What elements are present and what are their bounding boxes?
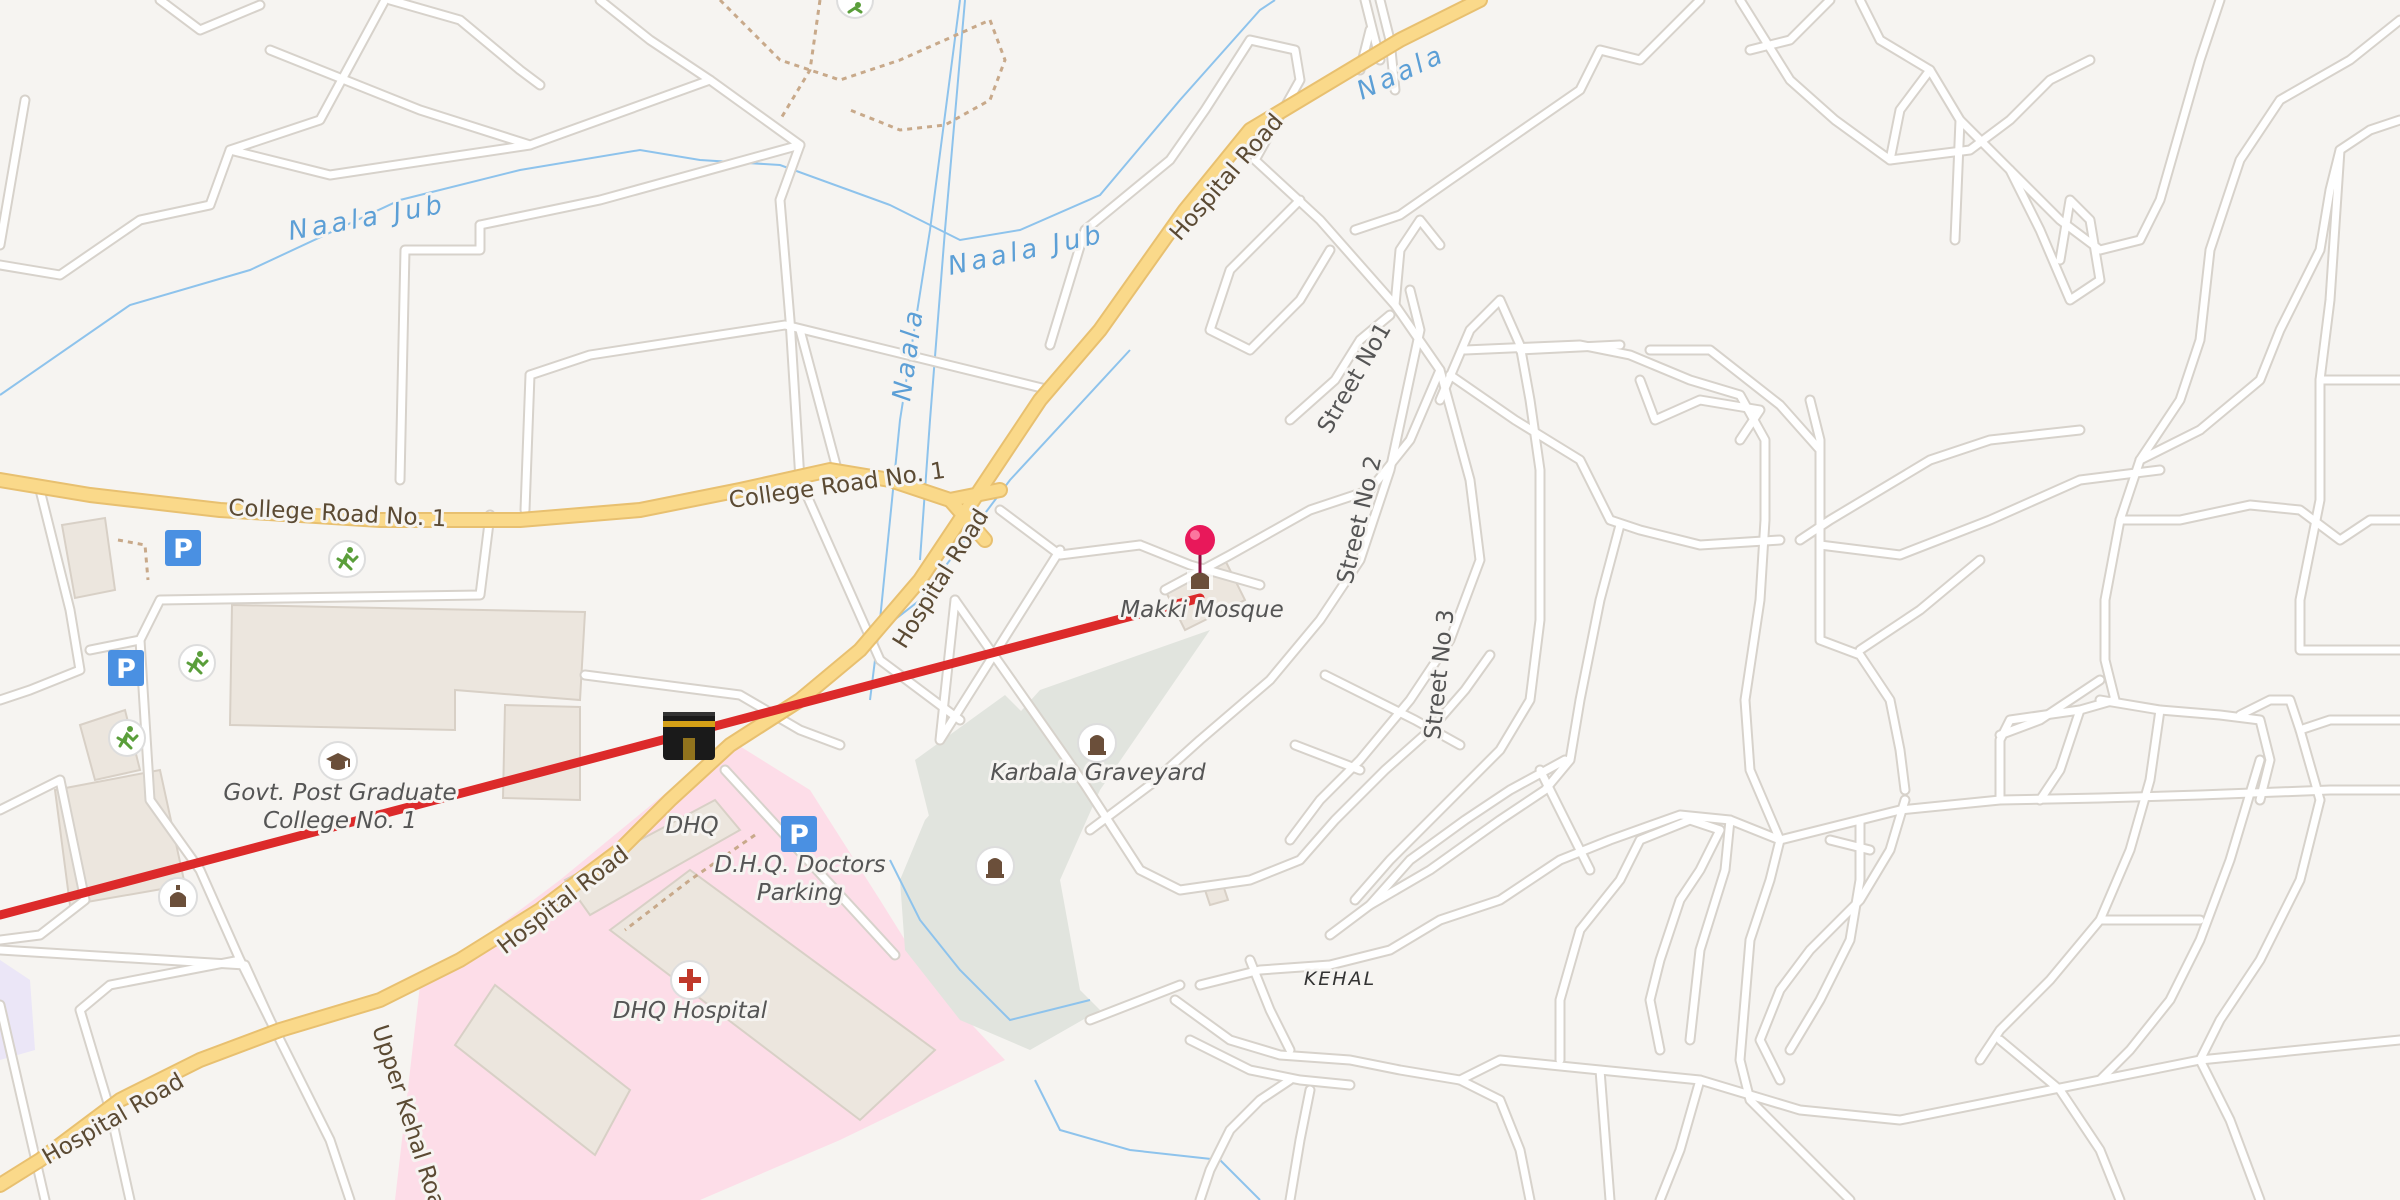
label-govt-college-line2: College No. 1	[263, 808, 417, 834]
label-govt-college-line1: Govt. Post Graduate	[223, 780, 456, 806]
parking-icon[interactable]: P	[165, 530, 201, 566]
running-person-icon[interactable]	[836, 0, 874, 19]
label-kehal: KEHAL	[1304, 968, 1376, 990]
grave-icon[interactable]	[975, 846, 1015, 886]
svg-text:P: P	[116, 654, 136, 685]
label-dhq: DHQ	[665, 813, 718, 839]
svg-text:P: P	[173, 534, 193, 565]
running-person-icon[interactable]	[328, 540, 366, 578]
label-dhq-parking-line1: D.H.Q. Doctors	[714, 852, 885, 878]
road-label-hospital-road-bottom: Hospital Road	[38, 1068, 189, 1170]
water-label-naala-jub-1: Naala Jub	[286, 190, 448, 247]
label-karbala-graveyard: Karbala Graveyard	[990, 760, 1206, 786]
graduation-cap-icon[interactable]	[318, 741, 358, 781]
road-label-street-no3: Street No 3	[1420, 608, 1459, 740]
grave-icon[interactable]	[1077, 723, 1117, 763]
water-label-naala-2: Naala	[887, 305, 930, 403]
label-dhq-hospital: DHQ Hospital	[613, 998, 768, 1024]
parking-icon[interactable]: P	[108, 650, 144, 686]
road-label-college-road-1: College Road No. 1	[228, 495, 447, 532]
running-person-icon[interactable]	[108, 719, 146, 757]
hospital-cross-icon[interactable]	[670, 960, 710, 1000]
road-label-street-no1: Street No1	[1313, 318, 1397, 438]
svg-text:P: P	[789, 820, 809, 851]
water-label-naala-jub-2: Naala Jub	[945, 219, 1107, 281]
map-canvas[interactable]: Hospital Road Hospital Road Hospital Roa…	[0, 0, 2400, 1200]
label-dhq-parking-line2: Parking	[757, 880, 843, 906]
map-pin-icon[interactable]	[1185, 525, 1215, 590]
label-makki-mosque: Makki Mosque	[1120, 597, 1284, 623]
parking-icon[interactable]: P	[781, 816, 817, 852]
kaaba-icon[interactable]	[663, 712, 715, 760]
mosque-icon[interactable]	[158, 877, 198, 917]
running-person-icon[interactable]	[178, 644, 216, 682]
